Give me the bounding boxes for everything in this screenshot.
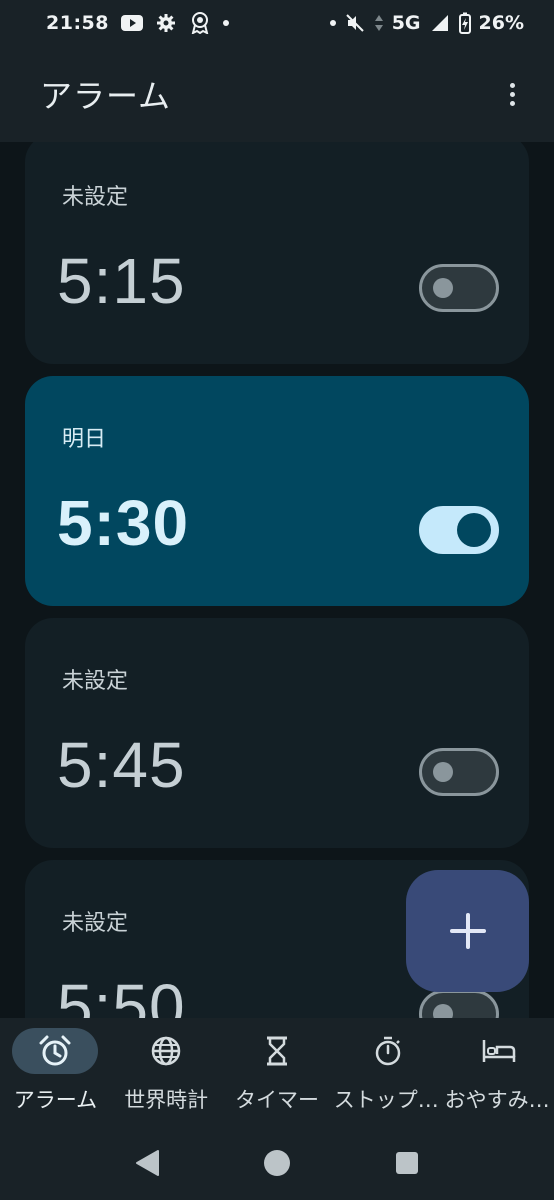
alarm-card[interactable]: 未設定 5:45 <box>25 618 529 848</box>
nav-item-bedtime[interactable]: おやすみ時間 <box>443 1018 554 1126</box>
alarm-label: 明日 <box>62 427 107 452</box>
toggle-thumb <box>433 762 453 782</box>
back-button[interactable] <box>127 1143 167 1183</box>
alarm-toggle[interactable] <box>419 748 499 796</box>
bottom-navigation: アラーム 世界時計 タイマー ストップウォッチ おやすみ時間 <box>0 1018 554 1126</box>
hourglass-icon <box>266 1036 287 1066</box>
alarm-card-active[interactable]: 明日 5:30 <box>25 376 529 606</box>
nav-item-world-clock[interactable]: 世界時計 <box>111 1018 222 1126</box>
more-options-button[interactable] <box>498 74 526 114</box>
alarm-time[interactable]: 5:15 <box>57 244 186 318</box>
page-title: アラーム <box>40 77 172 115</box>
alarm-time[interactable]: 5:45 <box>57 728 186 802</box>
nav-label: アラーム <box>13 1088 98 1112</box>
nav-item-stopwatch[interactable]: ストップウォッチ <box>332 1018 443 1126</box>
more-vert-icon <box>509 82 515 88</box>
alarm-time[interactable]: 5:30 <box>57 486 189 560</box>
status-left: 21:58 <box>46 12 229 34</box>
nav-item-timer[interactable]: タイマー <box>222 1018 333 1126</box>
alarm-toggle[interactable] <box>419 990 499 1018</box>
status-bar: 21:58 5G 26% <box>0 0 554 46</box>
alarm-clock-icon <box>39 1035 71 1066</box>
globe-icon <box>151 1036 181 1066</box>
recents-square-icon <box>396 1152 418 1174</box>
award-badge-icon <box>189 12 211 34</box>
stopwatch-icon <box>375 1036 401 1066</box>
alarm-card[interactable]: 未設定 5:15 <box>25 142 529 364</box>
toggle-thumb <box>433 1004 453 1018</box>
nav-label: ストップウォッチ <box>333 1088 442 1112</box>
signal-icon <box>429 12 451 34</box>
nav-label: タイマー <box>234 1088 319 1112</box>
home-circle-icon <box>264 1150 290 1176</box>
alarm-toggle[interactable] <box>419 506 499 554</box>
alarm-toggle[interactable] <box>419 264 499 312</box>
notification-dot <box>222 20 229 26</box>
system-navigation-bar <box>0 1126 554 1200</box>
back-triangle-icon <box>136 1150 159 1176</box>
nav-indicator <box>12 1028 99 1074</box>
alarm-label: 未設定 <box>62 185 129 210</box>
status-time: 21:58 <box>46 12 109 34</box>
add-alarm-button[interactable] <box>406 870 529 992</box>
toggle-thumb <box>457 513 491 547</box>
network-type: 5G <box>391 12 421 34</box>
settings-gear-icon <box>155 12 177 34</box>
alarm-label: 未設定 <box>62 669 129 694</box>
notification-dot <box>329 20 336 26</box>
mute-vibrate-icon <box>344 12 366 34</box>
home-button[interactable] <box>257 1143 297 1183</box>
battery-percent: 26% <box>478 12 524 34</box>
plus-icon <box>449 913 486 949</box>
bed-icon <box>482 1040 515 1062</box>
status-right: 5G 26% <box>329 12 524 34</box>
nav-item-alarm[interactable]: アラーム <box>0 1018 111 1126</box>
alarm-label: 未設定 <box>62 911 129 936</box>
alarm-time[interactable]: 5:50 <box>57 970 186 1018</box>
nav-label: おやすみ時間 <box>444 1088 553 1112</box>
app-bar: アラーム <box>0 46 554 142</box>
screen: 21:58 5G 26% アラーム 未設定 5:15 明日 5:30 未設定 5… <box>0 0 554 1200</box>
youtube-icon <box>120 12 143 34</box>
toggle-thumb <box>433 278 453 298</box>
recents-button[interactable] <box>387 1143 427 1183</box>
battery-charging-icon <box>458 12 471 34</box>
nav-label: 世界時計 <box>124 1088 209 1112</box>
data-arrows-icon <box>374 12 384 34</box>
